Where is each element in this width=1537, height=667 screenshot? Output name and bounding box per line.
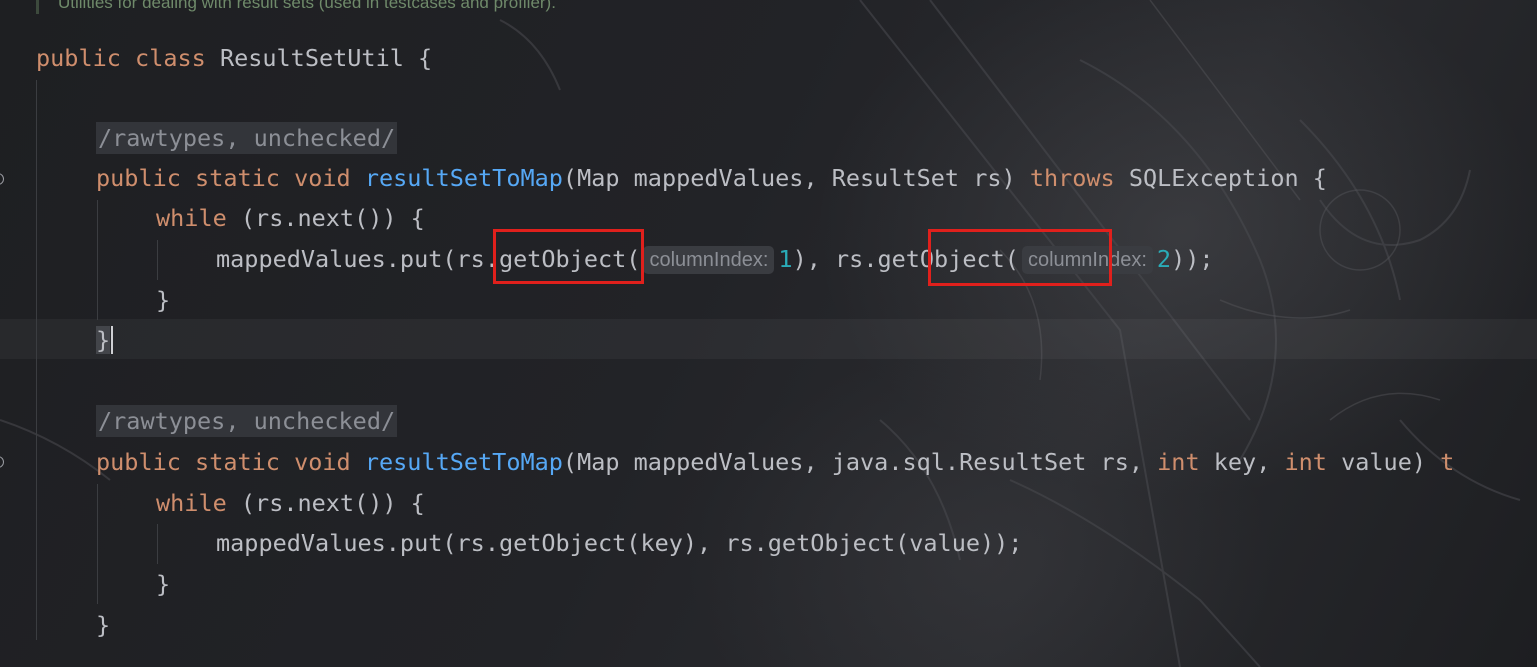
class-name: ResultSetUtil { — [205, 44, 433, 72]
code-line-close-brace[interactable]: } — [96, 320, 114, 360]
doc-comment-bar — [36, 0, 39, 14]
keyword: int — [1157, 448, 1200, 476]
method-params: (Map mappedValues, ResultSet rs) — [562, 164, 1030, 192]
text-caret — [111, 326, 114, 354]
highlight-box-getobject-2 — [928, 229, 1112, 286]
keyword: while — [156, 204, 227, 232]
code-text: mappedValues.put(rs.getObject(key), rs.g… — [216, 529, 1023, 557]
code-line-close-brace[interactable]: } — [156, 564, 170, 604]
code-line-put[interactable]: mappedValues.put(rs.getObject(key), rs.g… — [216, 523, 1022, 563]
keyword: public — [36, 44, 121, 72]
keyword: class — [135, 44, 206, 72]
keyword: throws — [1029, 164, 1115, 192]
number-literal: 1 — [778, 245, 793, 273]
keyword: void — [294, 448, 351, 476]
indent-guide — [97, 200, 98, 320]
method-name: resultSetToMap — [364, 164, 563, 192]
indent-guide — [157, 524, 158, 564]
code-text: )); — [1171, 245, 1214, 273]
keyword: public — [96, 448, 181, 476]
code-line-annotation[interactable]: /rawtypes, unchecked/ — [96, 401, 398, 441]
code-line-close-brace[interactable]: } — [156, 280, 170, 320]
keyword: while — [156, 489, 227, 517]
parameter-inlay-hint[interactable]: columnIndex: — [643, 246, 775, 274]
indent-guide — [157, 240, 158, 280]
method-params: key, — [1199, 448, 1285, 476]
closing-brace: } — [96, 326, 111, 354]
code-line-annotation[interactable]: /rawtypes, unchecked/ — [96, 118, 398, 158]
doc-comment: Utilities for dealing with result sets (… — [58, 0, 556, 12]
code-line-while[interactable]: while (rs.next()) { — [156, 198, 425, 238]
keyword: void — [294, 164, 351, 192]
method-throws-type: SQLException { — [1114, 164, 1327, 192]
keyword: int — [1284, 448, 1327, 476]
keyword: t — [1440, 448, 1455, 476]
closing-brace: } — [156, 286, 171, 314]
code-editor[interactable]: Utilities for dealing with result sets (… — [0, 0, 1537, 667]
code-line-method-signature[interactable]: public static void resultSetToMap(Map ma… — [96, 158, 1327, 198]
code-line-method-signature[interactable]: public static void resultSetToMap(Map ma… — [96, 442, 1454, 482]
number-literal: 2 — [1156, 245, 1172, 273]
override-gutter-icon[interactable] — [0, 173, 4, 185]
method-params: value) — [1326, 448, 1441, 476]
while-condition: (rs.next()) { — [226, 489, 425, 517]
method-name: resultSetToMap — [364, 448, 563, 476]
override-gutter-icon[interactable] — [0, 456, 4, 468]
while-condition: (rs.next()) { — [226, 204, 425, 232]
folded-annotation[interactable]: /rawtypes, unchecked/ — [96, 122, 398, 154]
code-line-close-brace[interactable]: } — [96, 605, 110, 645]
indent-guide — [36, 80, 37, 640]
method-params: (Map mappedValues, java.sql.ResultSet rs… — [562, 448, 1158, 476]
current-line-highlight — [0, 319, 1537, 359]
keyword: public — [96, 164, 181, 192]
keyword: static — [195, 164, 280, 192]
code-line-class-declaration[interactable]: public class ResultSetUtil { — [36, 38, 432, 78]
folded-annotation[interactable]: /rawtypes, unchecked/ — [96, 405, 398, 437]
closing-brace: } — [96, 611, 111, 639]
keyword: static — [195, 448, 280, 476]
code-line-while[interactable]: while (rs.next()) { — [156, 483, 425, 523]
closing-brace: } — [156, 570, 171, 598]
indent-guide — [97, 484, 98, 604]
highlight-box-getobject-1 — [493, 229, 644, 284]
